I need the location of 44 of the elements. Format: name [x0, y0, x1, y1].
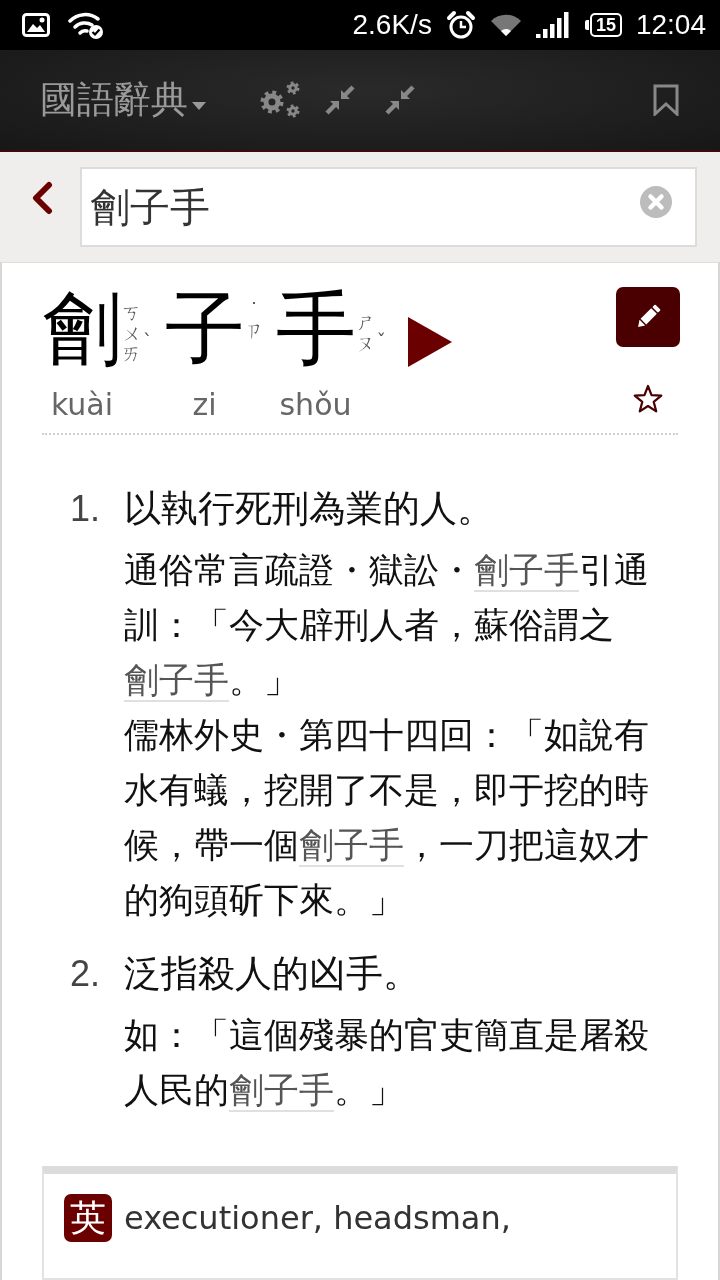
pinyin-text: shǒu — [279, 387, 352, 423]
tone-mark: ˙ — [249, 301, 259, 320]
network-speed: 2.6K/s — [352, 9, 432, 41]
wifi-check-icon — [68, 10, 104, 40]
play-icon[interactable] — [408, 317, 452, 367]
example-text: 通俗常言疏證・獄訟・劊子手引通訓：「今大辟刑人者，蘇俗謂之 劊子手。」 — [124, 549, 650, 704]
definition-number: 2. — [69, 952, 102, 996]
tone-mark: ˇ — [376, 331, 386, 351]
zhuyin-text: ㄕㄡ — [355, 312, 375, 354]
compress-arrows-icon[interactable] — [324, 84, 356, 116]
headword-character: 劊 — [42, 287, 122, 371]
word-link[interactable]: 劊子手 — [124, 660, 229, 702]
zhuyin-text: ㄗ — [244, 320, 264, 341]
word-link[interactable]: 劊子手 — [299, 825, 404, 867]
caret-icon[interactable] — [192, 102, 206, 110]
compress-arrows-icon[interactable] — [384, 84, 416, 116]
language-badge: 英 — [64, 1194, 112, 1242]
settings-icon[interactable] — [258, 80, 302, 120]
translation-text: executioner, headsman, — [124, 1198, 511, 1239]
image-icon — [22, 13, 50, 37]
example-text: 如：「這個殘暴的官吏簡直是屠殺人民的劊子手。」 — [124, 1014, 650, 1114]
word-link[interactable]: 劊子手 — [474, 550, 579, 592]
wifi-icon — [489, 13, 522, 37]
signal-bars-icon — [535, 12, 570, 38]
edit-button[interactable] — [616, 287, 680, 347]
alarm-clock-icon — [445, 10, 476, 40]
example-text: 儒林外史・第四十四回：「如說有水有蟻，挖開了不是，即于挖的時候，帶一個劊子手，一刀把這奴才的狗頭斫下來。」 — [124, 714, 650, 922]
word-link[interactable]: 劊子手 — [229, 1070, 334, 1112]
pinyin-text: kuài — [50, 387, 114, 423]
definition-text: 以執行死刑為業的人。 — [124, 486, 495, 532]
clock-time: 12:04 — [635, 9, 706, 41]
battery-percentage: 15 — [595, 15, 616, 35]
headword-character: 手 — [275, 287, 356, 371]
zhuyin-text: ㄎㄨㄞ — [122, 301, 141, 365]
headword-character: 子 — [164, 287, 245, 371]
chevron-left-icon[interactable] — [30, 181, 54, 215]
star-icon[interactable] — [632, 383, 664, 415]
bookmark-icon[interactable] — [652, 84, 680, 116]
definition-text: 泛指殺人的凶手。 — [124, 951, 421, 997]
search-field[interactable]: 劊子手 — [80, 167, 697, 247]
definition-number: 1. — [69, 487, 102, 531]
app-title[interactable]: 國語辭典 — [40, 79, 188, 121]
pinyin-text: zi — [192, 387, 217, 423]
tone-mark: ˋ — [143, 331, 153, 351]
